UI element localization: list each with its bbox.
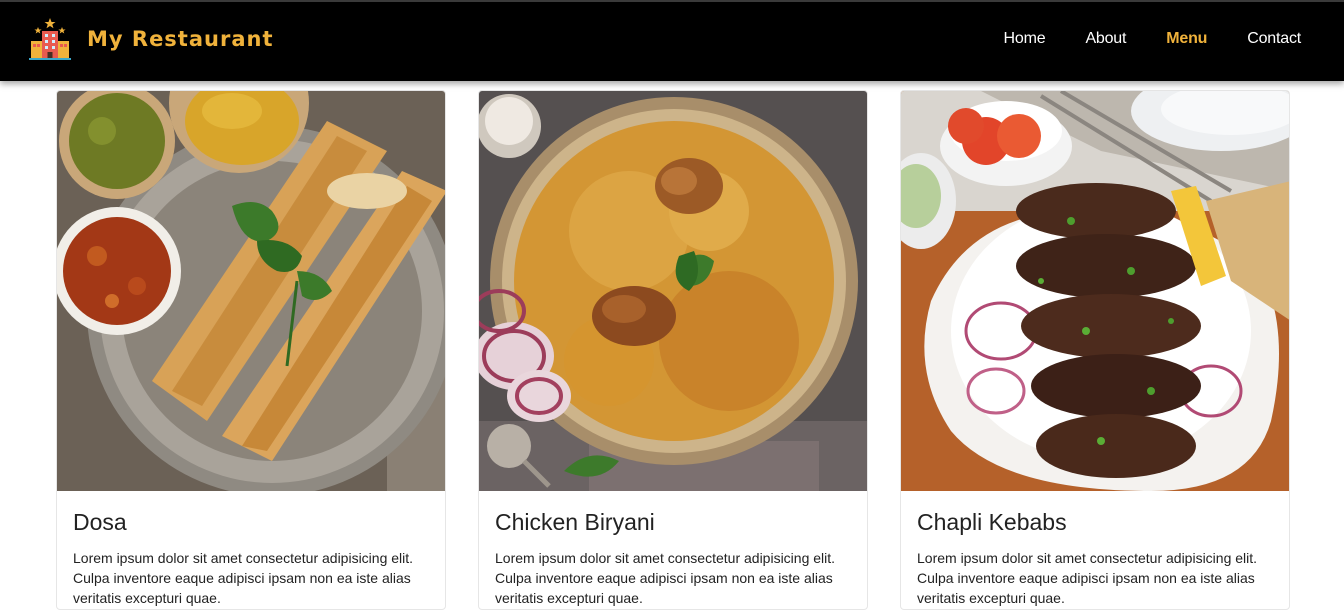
brand[interactable]: My Restaurant: [26, 15, 274, 63]
kebab-plate-image: [901, 91, 1289, 491]
menu-card-biryani[interactable]: Chicken Biryani Lorem ipsum dolor sit am…: [478, 90, 868, 610]
menu-cards: Dosa Lorem ipsum dolor sit amet consecte…: [56, 90, 1290, 610]
card-text: Lorem ipsum dolor sit amet consectetur a…: [917, 550, 1258, 606]
navbar: My Restaurant Home About Menu Contact: [0, 0, 1344, 81]
card-title: Dosa: [73, 509, 127, 535]
card-title: Chicken Biryani: [495, 509, 655, 535]
restaurant-building-icon: [29, 18, 71, 60]
card-body: Chicken Biryani Lorem ipsum dolor sit am…: [479, 491, 867, 608]
card-body: Dosa Lorem ipsum dolor sit amet consecte…: [57, 491, 445, 608]
card-text: Lorem ipsum dolor sit amet consectetur a…: [495, 550, 836, 606]
menu-card-dosa[interactable]: Dosa Lorem ipsum dolor sit amet consecte…: [56, 90, 446, 610]
biryani-plate-image: [479, 91, 867, 491]
nav-about-link[interactable]: About: [1085, 30, 1126, 48]
card-text: Lorem ipsum dolor sit amet consectetur a…: [73, 550, 414, 606]
menu-card-kebabs[interactable]: Chapli Kebabs Lorem ipsum dolor sit amet…: [900, 90, 1290, 610]
nav-home-link[interactable]: Home: [1004, 30, 1046, 48]
card-title: Chapli Kebabs: [917, 509, 1067, 535]
nav-menu-link[interactable]: Menu: [1166, 30, 1207, 48]
nav-links: Home About Menu Contact: [964, 30, 1302, 48]
nav-contact-link[interactable]: Contact: [1247, 30, 1301, 48]
brand-name: My Restaurant: [87, 27, 274, 51]
dosa-plate-image: [57, 91, 445, 491]
card-body: Chapli Kebabs Lorem ipsum dolor sit amet…: [901, 491, 1289, 608]
